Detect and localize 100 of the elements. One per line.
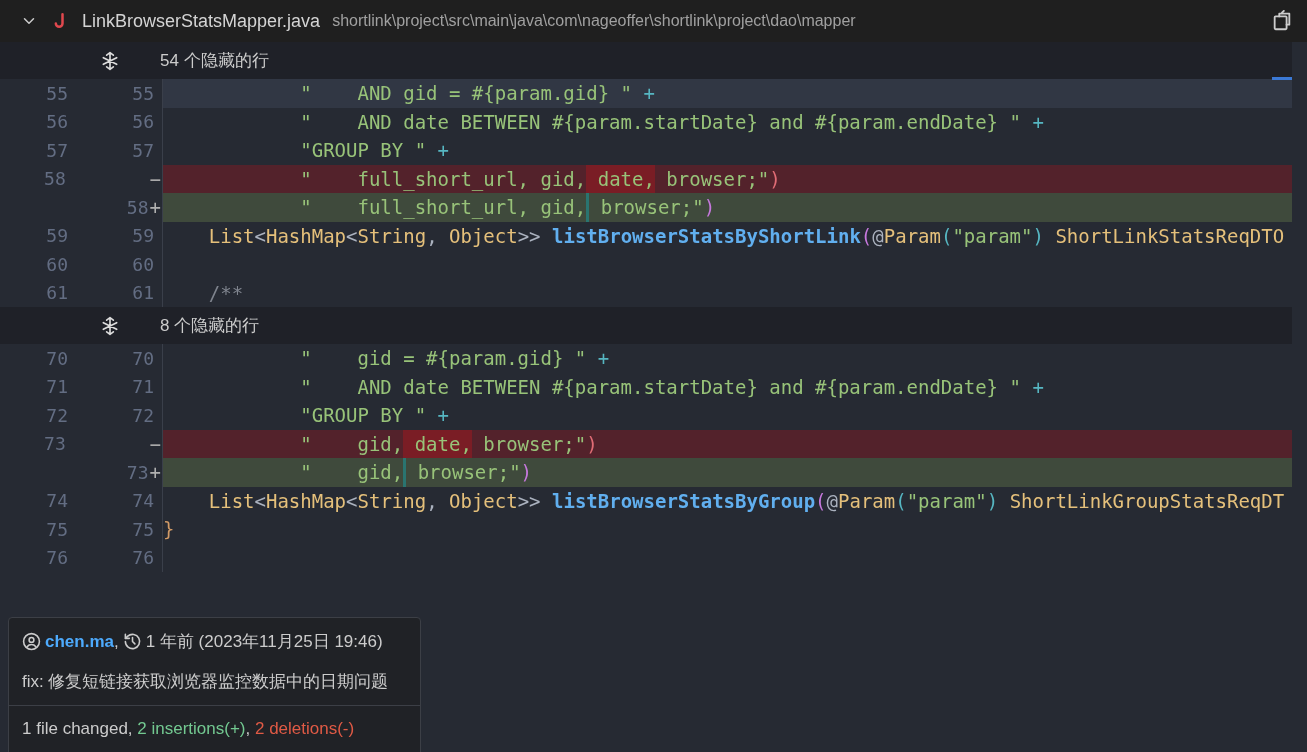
code-token: <: [346, 223, 358, 249]
code-token: Param: [883, 223, 941, 249]
code-token: String: [357, 488, 427, 514]
code-token: >>: [517, 223, 542, 249]
changed-code-token: date,: [403, 429, 472, 458]
line-number: 74: [131, 490, 154, 512]
line-number: 71: [45, 376, 68, 398]
deleted-marker: −: [148, 432, 162, 455]
code-token: ): [986, 488, 999, 514]
code-token: " AND date BETWEEN #{param.startDate} and #{param.endDate} ": [299, 374, 1021, 400]
code-token: (: [860, 223, 873, 249]
line-number: 72: [131, 404, 154, 426]
code-token: (: [895, 488, 907, 514]
code-token: +: [436, 403, 449, 429]
code-token: ,: [426, 488, 439, 514]
code-token: (: [940, 223, 953, 249]
line-number: 75: [131, 518, 154, 540]
line-number: 73: [43, 433, 66, 455]
code-token: browser;": [665, 166, 770, 192]
code-token: +: [596, 346, 610, 372]
line-number: 73: [125, 461, 149, 483]
code-token: ,: [426, 223, 439, 249]
file-path: shortlink\project\src\main\java\com\nageoffer\shortlink\project\dao\mapper: [332, 12, 857, 30]
code-token: " full_short_url, gid,: [299, 166, 587, 193]
code-token: +: [436, 138, 449, 164]
code-token: "param": [906, 488, 987, 514]
code-token: String: [357, 223, 427, 249]
code-token: Object: [449, 223, 518, 249]
author-separator: ,: [114, 631, 119, 652]
code-token: ): [586, 431, 598, 457]
line-number: 55: [45, 82, 68, 104]
deleted-marker: −: [148, 167, 162, 190]
user-icon: [22, 632, 41, 651]
scrollbar-marker: [1272, 77, 1292, 80]
line-number: 57: [131, 139, 154, 161]
code-token: <: [346, 488, 358, 514]
code-token: browser;": [482, 431, 587, 457]
stats-separator: ,: [245, 719, 251, 739]
code-token: >>: [517, 488, 542, 514]
code-token: List: [207, 223, 255, 249]
line-number: 70: [45, 347, 68, 369]
line-number: 60: [45, 253, 68, 275]
code-token: ): [1032, 223, 1044, 249]
deletions-count: 2 deletions(-): [255, 719, 355, 739]
line-number: 70: [131, 347, 154, 369]
code-token: /**: [207, 280, 244, 306]
expand-icon: [100, 50, 120, 71]
code-token: " gid,: [299, 460, 404, 486]
added-marker: +: [148, 196, 162, 219]
line-number: 72: [45, 404, 68, 426]
code-token: "GROUP BY ": [299, 138, 427, 164]
expand-icon: [100, 315, 120, 336]
line-number: 56: [131, 111, 154, 133]
file-name: LinkBrowserStatsMapper.java: [82, 10, 321, 32]
code-token: ShortLinkStatsReqDTO: [1054, 223, 1285, 249]
code-token: (: [815, 488, 827, 514]
code-token: HashMap: [265, 488, 347, 514]
code-token: @: [872, 223, 884, 249]
code-token: HashMap: [265, 223, 347, 249]
code-token: +: [642, 81, 655, 107]
code-token: Param: [838, 488, 896, 514]
code-token: ): [520, 460, 533, 486]
line-number: 76: [45, 547, 68, 569]
code-token: "param": [952, 223, 1033, 249]
code-token: " AND gid = #{param.gid} ": [299, 81, 632, 107]
author-link[interactable]: chen.ma: [45, 631, 114, 652]
code-token: browser;": [586, 193, 704, 222]
line-number: 59: [131, 225, 154, 247]
changed-code-token: date,: [586, 164, 655, 193]
line-number: 71: [131, 376, 154, 398]
code-token: Object: [449, 488, 518, 514]
code-token: <: [254, 223, 266, 249]
code-token: " AND date BETWEEN #{param.startDate} and #{param.endDate} ": [299, 109, 1021, 135]
code-token: }: [163, 517, 175, 543]
code-token: +: [1031, 109, 1044, 135]
line-number: 76: [131, 547, 154, 569]
line-number: 57: [45, 139, 68, 161]
line-number: 60: [131, 253, 154, 275]
commit-message: fix: 修复短链接获取浏览器监控数据中的日期问题: [22, 671, 389, 693]
code-token: ): [769, 166, 781, 192]
line-number: 55: [131, 82, 154, 104]
files-changed: 1 file changed,: [22, 719, 133, 739]
hidden-lines-label: 54 个隐藏的行: [160, 50, 269, 72]
code-token: +: [1031, 374, 1044, 400]
open-file-icon: [1271, 10, 1293, 32]
code-token: ): [703, 195, 716, 221]
code-token: "GROUP BY ": [299, 403, 427, 429]
line-number: 58: [125, 196, 149, 218]
code-token: @: [826, 488, 838, 514]
line-number: 61: [131, 282, 154, 304]
code-token: " gid = #{param.gid} ": [299, 346, 587, 372]
code-token: listBrowserStatsByGroup: [552, 488, 816, 514]
code-token: ShortLinkGroupStatsReqDT: [1008, 488, 1285, 514]
commit-time: 1 年前 (2023年11月25日 19:46): [145, 631, 383, 653]
insertions-count: 2 insertions(+): [137, 719, 246, 739]
line-number: 61: [45, 282, 68, 304]
code-token: " gid,: [299, 431, 404, 457]
line-number: 74: [45, 490, 68, 512]
code-token: List: [207, 488, 255, 514]
code-token: <: [254, 488, 266, 514]
